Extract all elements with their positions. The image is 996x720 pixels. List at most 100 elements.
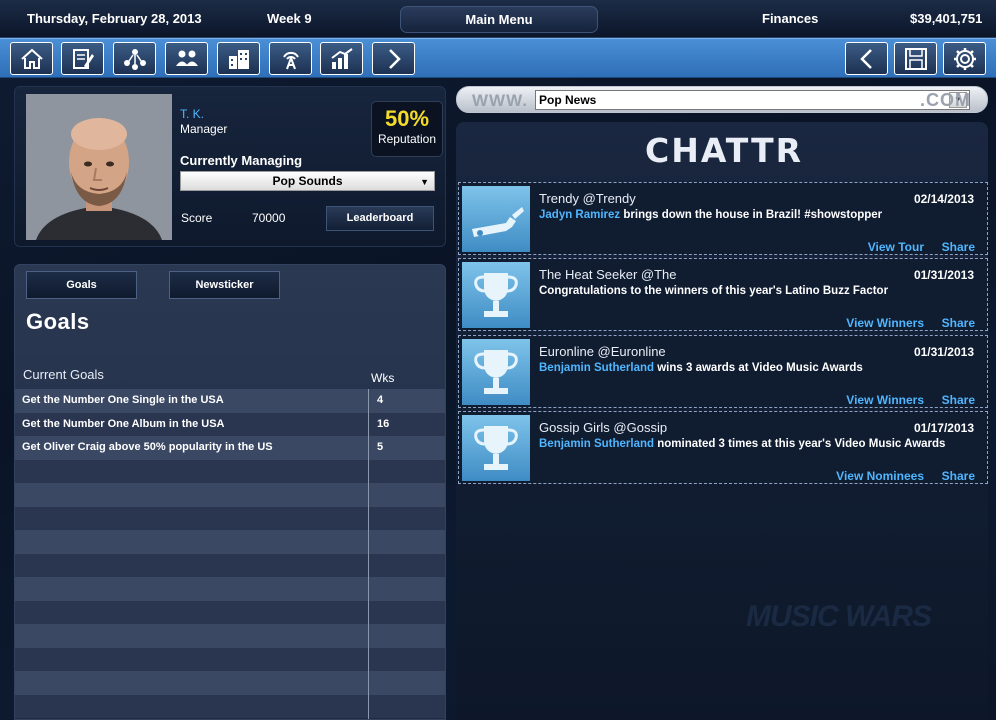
chart-icon [330, 47, 353, 69]
leaderboard-button[interactable]: Leaderboard [326, 206, 434, 231]
column-divider [368, 389, 369, 719]
home-button[interactable] [10, 42, 53, 75]
arrow-right-icon [388, 48, 401, 69]
goals-title: Goals [26, 309, 90, 334]
network-button[interactable] [113, 42, 156, 75]
artists-button[interactable] [165, 42, 208, 75]
top-bar: Thursday, February 28, 2013 Week 9 Main … [0, 0, 996, 38]
gear-icon [953, 47, 976, 70]
share-link[interactable]: Share [942, 393, 975, 407]
goals-table: Get the Number One Single in the USA 4 Ge… [15, 389, 445, 718]
tab-newsticker[interactable]: Newsticker [169, 271, 280, 299]
goal-weeks: 16 [377, 417, 390, 430]
table-row [15, 553, 445, 577]
manager-role: Manager [180, 122, 228, 136]
view-winners-link[interactable]: View Winners [846, 316, 924, 330]
artist-link[interactable]: Jadyn Ramirez [539, 209, 620, 221]
broadcast-icon [282, 51, 299, 69]
goals-panel: Goals Newsticker Goals Current Goals Wks… [14, 264, 446, 720]
label-select-value: Pop Sounds [272, 174, 343, 188]
main-menu-button[interactable]: Main Menu [400, 6, 598, 33]
network-icon [123, 48, 146, 70]
goals-table-header: Current Goals Wks [15, 363, 445, 387]
site-select[interactable]: Pop News ▼ [535, 90, 970, 110]
view-tour-link[interactable]: View Tour [868, 240, 924, 254]
trophy-icon [474, 349, 518, 394]
table-row [15, 530, 445, 554]
settings-button[interactable] [943, 42, 986, 75]
goal-weeks: 5 [377, 441, 384, 453]
posts-list: Trendy @Trendy 02/14/2013 Jadyn Ramirez … [458, 182, 988, 487]
media-button[interactable] [269, 42, 312, 75]
edit-icon [72, 48, 94, 69]
save-button[interactable] [894, 42, 937, 75]
studios-button[interactable] [217, 42, 260, 75]
post-text: Benjamin Sutherland nominated 3 times at… [539, 437, 946, 450]
post-date: 01/17/2013 [913, 420, 974, 435]
post-text: Congratulations to the winners of this y… [539, 285, 889, 298]
chattr-logo: CHATTR [645, 131, 801, 170]
charts-button[interactable] [320, 42, 363, 75]
post-text: Jadyn Ramirez brings down the house in B… [539, 209, 883, 221]
contracts-button[interactable] [61, 42, 104, 75]
current-date: Thursday, February 28, 2013 [27, 11, 202, 26]
list-item: Euronline @Euronline 01/31/2013 Benjamin… [458, 334, 988, 408]
list-item: Gossip Girls @Gossip 01/17/2013 Benjamin… [458, 410, 988, 484]
tab-goals[interactable]: Goals [26, 271, 137, 299]
arrow-left-icon [859, 48, 872, 69]
share-link[interactable]: Share [942, 240, 975, 254]
post-thumbnail [462, 186, 530, 252]
reputation-value: 50% [384, 106, 430, 131]
goal-weeks: 4 [377, 394, 384, 406]
game-logo-watermark: MUSIC WARS [746, 600, 932, 633]
finances-link[interactable]: Finances [762, 11, 818, 26]
game-window: Thursday, February 28, 2013 Week 9 Main … [0, 0, 996, 720]
save-icon [904, 47, 927, 70]
people-icon [175, 50, 198, 66]
guitar-icon [472, 207, 524, 237]
current-week: Week 9 [267, 11, 312, 26]
view-winners-link[interactable]: View Winners [846, 393, 924, 407]
post-author: Gossip Girls @Gossip [539, 419, 668, 435]
weeks-header: Wks [371, 371, 395, 385]
post-thumbnail [462, 262, 530, 329]
manager-profile-panel: T. K. Manager 50% Reputation Currently M… [14, 86, 446, 247]
list-item: Trendy @Trendy 02/14/2013 Jadyn Ramirez … [458, 182, 988, 255]
currently-managing-label: Currently Managing [180, 153, 303, 168]
building-icon [228, 49, 249, 69]
table-row [15, 624, 445, 648]
label-select[interactable]: Pop Sounds ▼ [180, 171, 435, 191]
artist-link[interactable]: Benjamin Sutherland [539, 362, 654, 374]
post-author: Trendy @Trendy [539, 191, 636, 206]
post-date: 01/31/2013 [913, 268, 974, 283]
table-row[interactable]: Get the Number One Album in the USA 16 [15, 412, 445, 436]
next-button[interactable] [372, 42, 415, 75]
site-select-value: Pop News [539, 93, 597, 107]
home-icon [20, 48, 43, 69]
chevron-down-icon: ▼ [420, 177, 429, 187]
goal-description: Get the Number One Single in the USA [22, 394, 224, 406]
table-row[interactable]: Get the Number One Single in the USA 4 [15, 389, 445, 413]
manager-avatar [26, 94, 172, 240]
score-label: Score [181, 211, 213, 225]
table-row [15, 577, 445, 601]
score-value: 70000 [252, 211, 286, 225]
artist-link[interactable]: Benjamin Sutherland [539, 438, 654, 450]
share-link[interactable]: Share [942, 469, 975, 483]
toolbar [0, 38, 996, 78]
table-row[interactable]: Get Oliver Craig above 50% popularity in… [15, 436, 445, 460]
view-nominees-link[interactable]: View Nominees [836, 469, 924, 483]
goal-description: Get Oliver Craig above 50% popularity in… [22, 441, 273, 453]
post-date: 01/31/2013 [913, 344, 974, 359]
reputation-label: Reputation [377, 132, 437, 146]
reputation-badge: 50% Reputation [371, 101, 443, 157]
www-label: WWW. [472, 91, 528, 110]
share-link[interactable]: Share [942, 316, 975, 330]
table-row [15, 506, 445, 530]
table-row [15, 459, 445, 483]
table-row [15, 671, 445, 695]
post-thumbnail [462, 338, 530, 405]
back-button[interactable] [845, 42, 888, 75]
manager-name: T. K. [180, 107, 205, 121]
table-row [15, 647, 445, 671]
